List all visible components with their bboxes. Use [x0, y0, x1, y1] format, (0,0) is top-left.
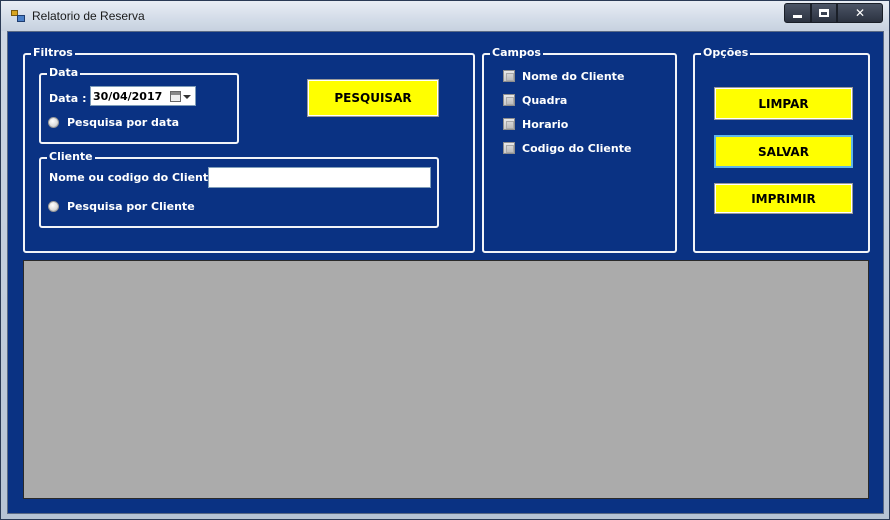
window-title: Relatorio de Reserva: [32, 9, 145, 23]
filtros-legend: Filtros: [31, 46, 75, 60]
limpar-button[interactable]: LIMPAR: [714, 87, 853, 120]
salvar-button[interactable]: SALVAR: [714, 135, 853, 168]
minimize-button[interactable]: [784, 3, 811, 23]
imprimir-button[interactable]: IMPRIMIR: [714, 183, 853, 214]
codigo-do-cliente-label[interactable]: Codigo do Cliente: [522, 142, 631, 155]
date-value: 30/04/2017: [93, 90, 163, 103]
close-icon: ✕: [854, 6, 866, 20]
filtros-group: Filtros Data Data : 30/04/2017 Pesquisa …: [23, 46, 475, 253]
window-controls: ✕: [784, 3, 883, 23]
horario-checkbox[interactable]: [503, 118, 515, 130]
app-window: Relatorio de Reserva ✕ Filtros Data Data…: [0, 0, 890, 520]
maximize-button[interactable]: [811, 3, 837, 23]
pesquisa-por-cliente-radio[interactable]: [48, 201, 59, 212]
nome-do-cliente-label[interactable]: Nome do Cliente: [522, 70, 624, 83]
maximize-icon: [819, 9, 829, 17]
cliente-legend: Cliente: [47, 150, 95, 164]
date-label: Data :: [49, 92, 87, 105]
data-group: Data Data : 30/04/2017 Pesquisa por data: [39, 66, 239, 144]
pesquisa-por-cliente-label[interactable]: Pesquisa por Cliente: [67, 200, 195, 213]
cliente-field-label: Nome ou codigo do Cliente:: [49, 171, 220, 184]
calendar-icon[interactable]: [170, 91, 181, 102]
date-picker[interactable]: 30/04/2017: [90, 86, 196, 106]
chevron-down-icon[interactable]: [183, 95, 191, 99]
pesquisar-button[interactable]: PESQUISAR: [307, 79, 439, 117]
opcoes-group: Opções LIMPAR SALVAR IMPRIMIR: [693, 46, 870, 253]
app-icon: [11, 10, 25, 22]
cliente-group: Cliente Nome ou codigo do Cliente: Pesqu…: [39, 150, 439, 228]
title-bar[interactable]: Relatorio de Reserva ✕: [1, 1, 889, 31]
pesquisa-por-data-label[interactable]: Pesquisa por data: [67, 116, 179, 129]
results-grid[interactable]: [23, 260, 869, 499]
quadra-checkbox[interactable]: [503, 94, 515, 106]
opcoes-legend: Opções: [701, 46, 751, 60]
data-legend: Data: [47, 66, 81, 80]
campos-group: Campos Nome do Cliente Quadra Horario Co…: [482, 46, 677, 253]
nome-do-cliente-checkbox[interactable]: [503, 70, 515, 82]
quadra-label[interactable]: Quadra: [522, 94, 567, 107]
campos-legend: Campos: [490, 46, 543, 60]
close-button[interactable]: ✕: [837, 3, 883, 23]
pesquisa-por-data-radio[interactable]: [48, 117, 59, 128]
cliente-input[interactable]: [208, 167, 431, 188]
codigo-do-cliente-checkbox[interactable]: [503, 142, 515, 154]
minimize-icon: [793, 14, 802, 18]
horario-label[interactable]: Horario: [522, 118, 568, 131]
form-client-area: Filtros Data Data : 30/04/2017 Pesquisa …: [7, 31, 884, 514]
